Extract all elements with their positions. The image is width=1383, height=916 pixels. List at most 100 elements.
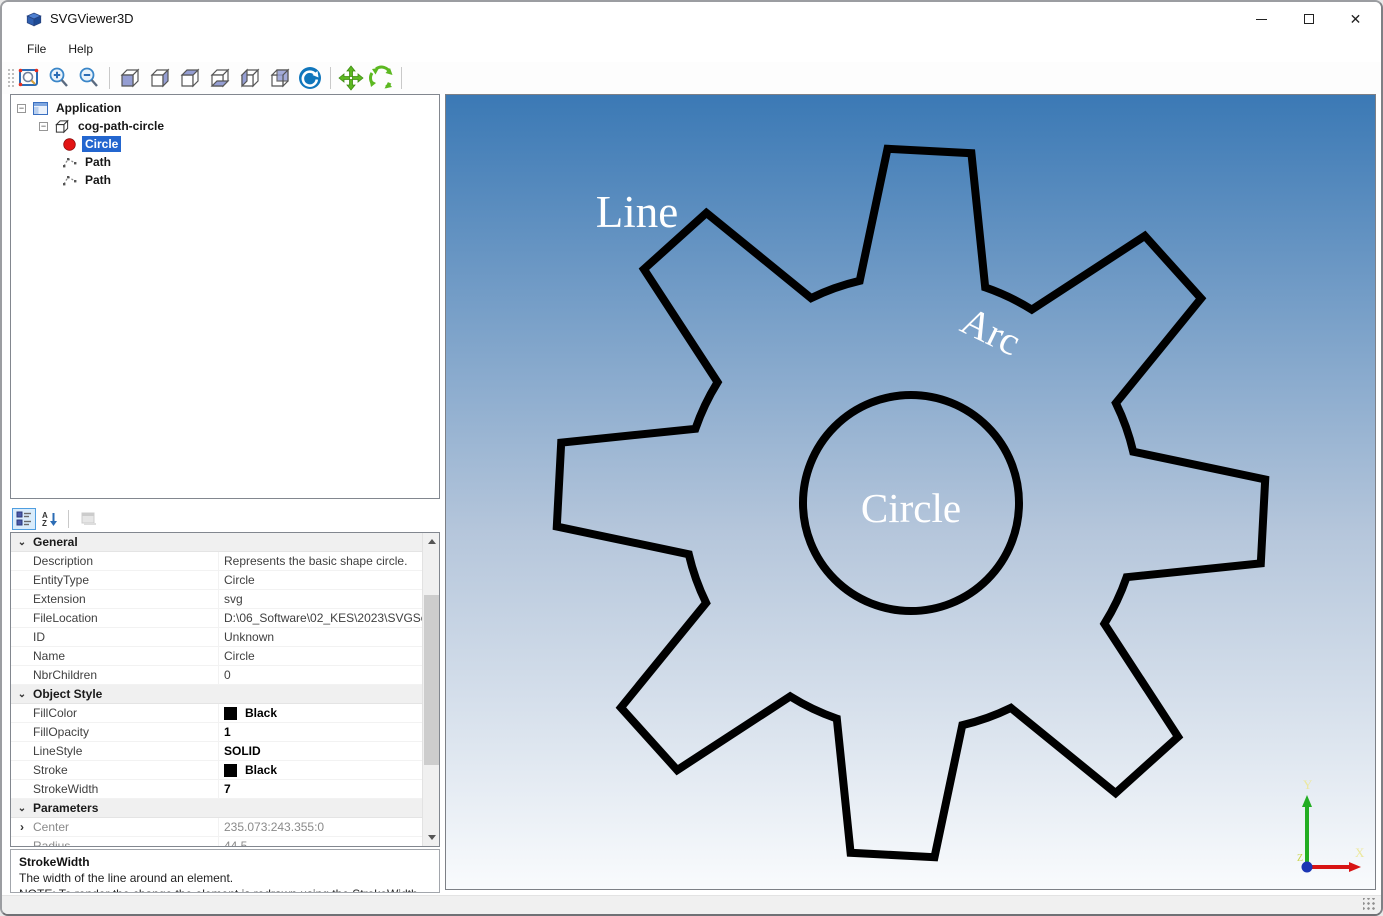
label-line: Line xyxy=(595,187,679,237)
property-value[interactable]: 235.073:243.355:0 xyxy=(218,818,422,836)
tree-item-label[interactable]: Application xyxy=(53,100,124,116)
property-value[interactable]: Black xyxy=(218,704,422,722)
property-value[interactable]: 7 xyxy=(218,780,422,798)
property-row-fillcolor[interactable]: FillColor Black xyxy=(11,704,422,723)
category-row-object-style[interactable]: ⌄ Object Style xyxy=(11,685,422,704)
reset-rotation-button[interactable] xyxy=(296,65,324,92)
scrollbar-thumb[interactable] xyxy=(424,595,439,765)
property-row-extension[interactable]: Extension svg xyxy=(11,590,422,609)
tree-item-label[interactable]: Circle xyxy=(82,136,122,152)
property-value[interactable]: 0 xyxy=(218,666,422,684)
view-top-cube-icon xyxy=(180,68,200,88)
property-row-radius[interactable]: Radius 44.5 xyxy=(11,837,422,846)
scroll-up-icon[interactable] xyxy=(423,533,439,550)
orbit-icon xyxy=(369,65,393,89)
maximize-button[interactable] xyxy=(1285,2,1332,36)
property-value[interactable]: 44.5 xyxy=(218,837,422,846)
view-back-button[interactable] xyxy=(266,65,294,92)
tree-item-circle[interactable]: Circle xyxy=(11,135,439,153)
alphabetical-button[interactable]: A Z xyxy=(38,508,62,530)
view-left-button[interactable] xyxy=(236,65,264,92)
property-row-center[interactable]: › Center 235.073:243.355:0 xyxy=(11,818,422,837)
property-name: FillOpacity xyxy=(33,725,90,739)
property-row-linestyle[interactable]: LineStyle SOLID xyxy=(11,742,422,761)
path-icon xyxy=(61,173,77,187)
main-toolbar xyxy=(2,62,1381,94)
view-top-button[interactable] xyxy=(176,65,204,92)
property-row-nbrchildren[interactable]: NbrChildren 0 xyxy=(11,666,422,685)
close-button[interactable]: ✕ xyxy=(1332,2,1379,36)
maximize-icon xyxy=(1303,14,1314,24)
property-row-filelocation[interactable]: FileLocation D:\06_Software\02_KES\2023\S… xyxy=(11,609,422,628)
property-description-panel: StrokeWidth The width of the line around… xyxy=(10,849,440,893)
property-row-name[interactable]: Name Circle xyxy=(11,647,422,666)
title-bar[interactable]: SVGViewer3D ✕ xyxy=(2,2,1381,36)
property-name: General xyxy=(33,535,78,549)
property-value[interactable]: D:\06_Software\02_KES\2023\SVGSerial xyxy=(218,609,422,627)
property-pages-button[interactable] xyxy=(77,508,101,530)
property-name: StrokeWidth xyxy=(33,782,99,796)
application-icon xyxy=(32,101,48,115)
property-value[interactable]: SOLID xyxy=(218,742,422,760)
menu-help[interactable]: Help xyxy=(57,38,104,60)
tree-item-label[interactable]: Path xyxy=(82,172,114,188)
collapse-chevron-icon: ⌄ xyxy=(17,536,27,548)
property-name: Extension xyxy=(33,592,86,606)
tree-expander-icon[interactable]: − xyxy=(39,121,48,131)
view-bottom-button[interactable] xyxy=(206,65,234,92)
label-circle: Circle xyxy=(860,485,962,531)
categorized-button[interactable] xyxy=(12,507,36,530)
toolbar-grip[interactable] xyxy=(6,67,14,89)
property-row-description[interactable]: Description Represents the basic shape ci… xyxy=(11,552,422,571)
tree-item-cog-path-circle[interactable]: − cog-path-circle xyxy=(11,117,439,135)
help-note-clipped: NOTE: To render the change the element i… xyxy=(19,886,431,892)
category-row-parameters[interactable]: ⌄ Parameters xyxy=(11,799,422,818)
orbit-button[interactable] xyxy=(367,65,395,92)
view-front-button[interactable] xyxy=(116,65,144,92)
property-value[interactable]: 1 xyxy=(218,723,422,741)
origin-dot-icon xyxy=(1301,861,1313,873)
tree-item-label[interactable]: Path xyxy=(82,154,114,170)
status-bar xyxy=(2,895,1381,914)
property-value[interactable]: Circle xyxy=(218,647,422,665)
minimize-button[interactable] xyxy=(1238,2,1285,36)
svg-text:Z: Z xyxy=(42,519,47,527)
property-value[interactable]: Black xyxy=(218,761,422,779)
property-value[interactable]: svg xyxy=(218,590,422,608)
scroll-down-icon[interactable] xyxy=(423,829,439,846)
zoom-out-button[interactable] xyxy=(75,65,103,92)
tree-expander-icon[interactable]: − xyxy=(17,103,26,113)
property-row-strokewidth[interactable]: StrokeWidth 7 xyxy=(11,780,422,799)
property-value[interactable]: Circle xyxy=(218,571,422,589)
property-grid-scrollbar[interactable] xyxy=(422,533,439,846)
resize-grip-icon[interactable] xyxy=(1363,898,1376,911)
property-name: FileLocation xyxy=(33,611,98,625)
zoom-region-button[interactable] xyxy=(15,65,43,92)
property-name: Object Style xyxy=(33,687,103,701)
viewport-3d[interactable]: Line Arc Circle Y X Z xyxy=(445,94,1376,890)
property-value[interactable]: Represents the basic shape circle. xyxy=(218,552,422,570)
property-value[interactable]: Unknown xyxy=(218,628,422,646)
property-row-entitytype[interactable]: EntityType Circle xyxy=(11,571,422,590)
pan-button[interactable] xyxy=(337,65,365,92)
property-row-fillopacity[interactable]: FillOpacity 1 xyxy=(11,723,422,742)
menu-bar: File Help xyxy=(2,36,1381,62)
tree-item-application[interactable]: − Application xyxy=(11,99,439,117)
close-icon: ✕ xyxy=(1349,11,1362,27)
category-row-general[interactable]: ⌄ General xyxy=(11,533,422,552)
zoom-in-button[interactable] xyxy=(45,65,73,92)
path-icon xyxy=(61,155,77,169)
menu-file[interactable]: File xyxy=(16,38,57,60)
property-name: Stroke xyxy=(33,763,68,777)
property-name: ID xyxy=(33,630,45,644)
minimize-icon xyxy=(1256,18,1267,20)
tree-item-path[interactable]: Path xyxy=(11,171,439,189)
property-row-id[interactable]: ID Unknown xyxy=(11,628,422,647)
toolbar-separator xyxy=(330,67,331,89)
window-title: SVGViewer3D xyxy=(50,11,134,26)
tree-item-label[interactable]: cog-path-circle xyxy=(75,118,167,134)
tree-item-path[interactable]: Path xyxy=(11,153,439,171)
property-row-stroke[interactable]: Stroke Black xyxy=(11,761,422,780)
y-axis-label: Y xyxy=(1303,777,1313,792)
view-right-button[interactable] xyxy=(146,65,174,92)
